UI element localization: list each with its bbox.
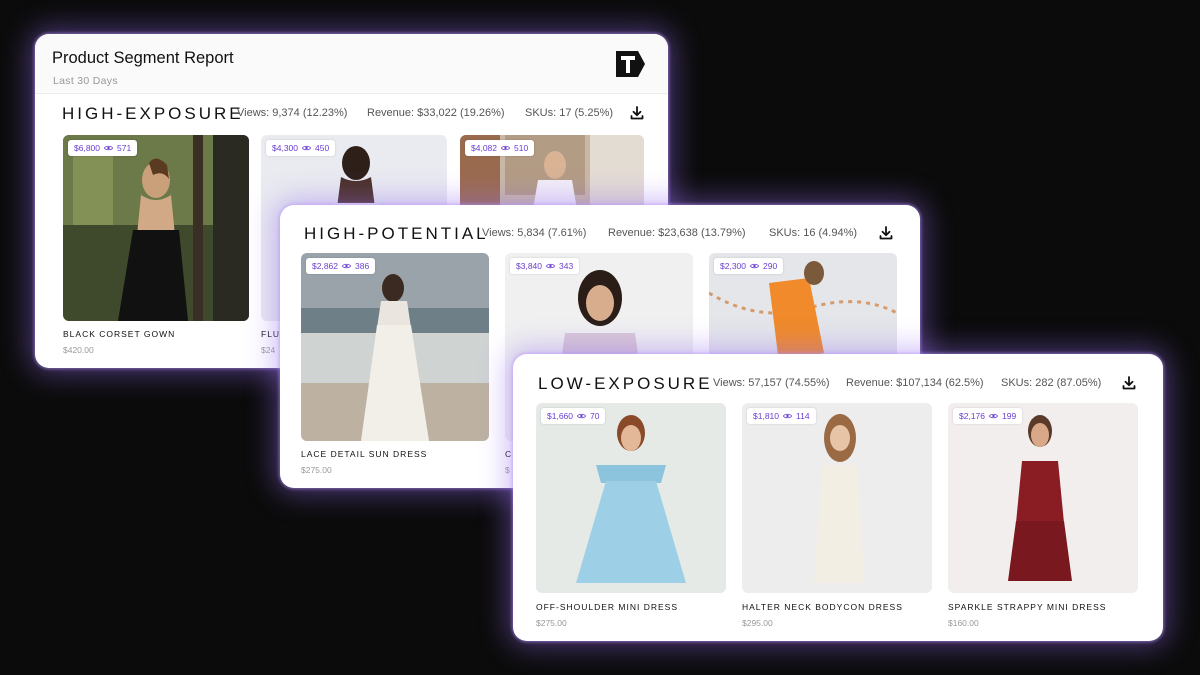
revenue-value: $2,176 (959, 411, 985, 421)
low-exposure-header: LOW-EXPOSURE Views: 57,157 (74.55%) Reve… (513, 374, 1163, 398)
views-value: 70 (590, 411, 600, 421)
product-image (301, 253, 489, 441)
product-price: $275.00 (301, 465, 332, 475)
views-value: 571 (117, 143, 132, 153)
eye-icon (783, 413, 792, 419)
product-price: $24 (261, 345, 276, 355)
product-badge: $2,176 199 (953, 408, 1023, 424)
revenue-value: $4,082 (471, 143, 497, 153)
report-title: Product Segment Report (52, 49, 234, 67)
revenue-stat: Revenue: $107,134 (62.5%) (846, 377, 984, 389)
views-stat: Views: 57,157 (74.55%) (713, 377, 830, 389)
product-card[interactable]: $2,176 199 SPARKLE STRAPPY MINI DRESS $1… (948, 403, 1138, 631)
views-value: 510 (514, 143, 529, 153)
eye-icon (989, 413, 998, 419)
product-image (63, 135, 249, 321)
revenue-value: $4,300 (272, 143, 298, 153)
views-stat: Views: 5,834 (7.61%) (482, 227, 587, 239)
eye-icon (302, 145, 311, 151)
segment-title: HIGH-EXPOSURE (62, 104, 244, 123)
product-image (948, 403, 1138, 593)
product-badge: $2,862 386 (306, 258, 376, 274)
revenue-value: $1,810 (753, 411, 779, 421)
eye-icon (104, 145, 113, 151)
views-stat: Views: 9,374 (12.23%) (237, 107, 348, 119)
t-logo-icon (616, 51, 645, 77)
views-value: 450 (315, 143, 330, 153)
views-value: 343 (559, 261, 574, 271)
product-name: OFF-SHOULDER MINI DRESS (536, 602, 679, 612)
revenue-stat: Revenue: $33,022 (19.26%) (367, 107, 505, 119)
segment-title: HIGH-POTENTIAL (304, 224, 489, 243)
product-price: $420.00 (63, 345, 94, 355)
product-name: C (505, 449, 513, 459)
views-value: 114 (796, 411, 810, 421)
product-badge: $6,800 571 (68, 140, 138, 156)
revenue-value: $6,800 (74, 143, 100, 153)
eye-icon (750, 263, 759, 269)
product-name: BLACK CORSET GOWN (63, 329, 176, 339)
report-header: Product Segment Report Last 30 Days (35, 34, 668, 94)
product-badge: $2,300 290 (714, 258, 784, 274)
product-card[interactable]: $1,660 70 OFF-SHOULDER MINI DRESS $275.0… (536, 403, 726, 631)
product-badge: $1,660 70 (541, 408, 606, 424)
product-price: $295.00 (742, 618, 773, 628)
download-icon[interactable] (629, 105, 645, 121)
eye-icon (342, 263, 351, 269)
skus-stat: SKUs: 17 (5.25%) (525, 107, 614, 119)
product-name: FLU (261, 329, 281, 339)
high-potential-header: HIGH-POTENTIAL Views: 5,834 (7.61%) Reve… (280, 224, 920, 248)
product-badge: $4,300 450 (266, 140, 336, 156)
product-name: LACE DETAIL SUN DRESS (301, 449, 428, 459)
product-badge: $4,082 510 (465, 140, 535, 156)
low-exposure-card: LOW-EXPOSURE Views: 57,157 (74.55%) Reve… (513, 354, 1163, 641)
product-price: $160.00 (948, 618, 979, 628)
views-value: 386 (355, 261, 370, 271)
views-value: 199 (1002, 411, 1017, 421)
skus-stat: SKUs: 282 (87.05%) (1001, 377, 1102, 389)
views-value: 290 (763, 261, 778, 271)
revenue-stat: Revenue: $23,638 (13.79%) (608, 227, 746, 239)
segment-title: LOW-EXPOSURE (538, 374, 713, 393)
product-price: $275.00 (536, 618, 567, 628)
product-card[interactable]: $6,800 571 BLACK CORSET GOWN $420.00 (63, 135, 249, 360)
eye-icon (501, 145, 510, 151)
revenue-value: $3,840 (516, 261, 542, 271)
product-image (536, 403, 726, 593)
product-card[interactable]: $1,810 114 HALTER NECK BODYCON DRESS $29… (742, 403, 932, 631)
eye-icon (546, 263, 555, 269)
revenue-value: $2,300 (720, 261, 746, 271)
product-badge: $3,840 343 (510, 258, 580, 274)
product-image (742, 403, 932, 593)
skus-stat: SKUs: 16 (4.94%) (769, 227, 858, 239)
product-price: $ (505, 465, 510, 475)
product-name: HALTER NECK BODYCON DRESS (742, 602, 903, 612)
revenue-value: $2,862 (312, 261, 338, 271)
report-subtitle: Last 30 Days (53, 75, 118, 87)
product-badge: $1,810 114 (747, 408, 816, 424)
eye-icon (577, 413, 586, 419)
product-name: SPARKLE STRAPPY MINI DRESS (948, 602, 1107, 612)
high-exposure-header: HIGH-EXPOSURE Views: 9,374 (12.23%) Reve… (35, 104, 668, 128)
download-icon[interactable] (878, 225, 894, 241)
product-card[interactable]: $2,862 386 LACE DETAIL SUN DRESS $275.00 (301, 253, 489, 478)
download-icon[interactable] (1121, 375, 1137, 391)
revenue-value: $1,660 (547, 411, 573, 421)
